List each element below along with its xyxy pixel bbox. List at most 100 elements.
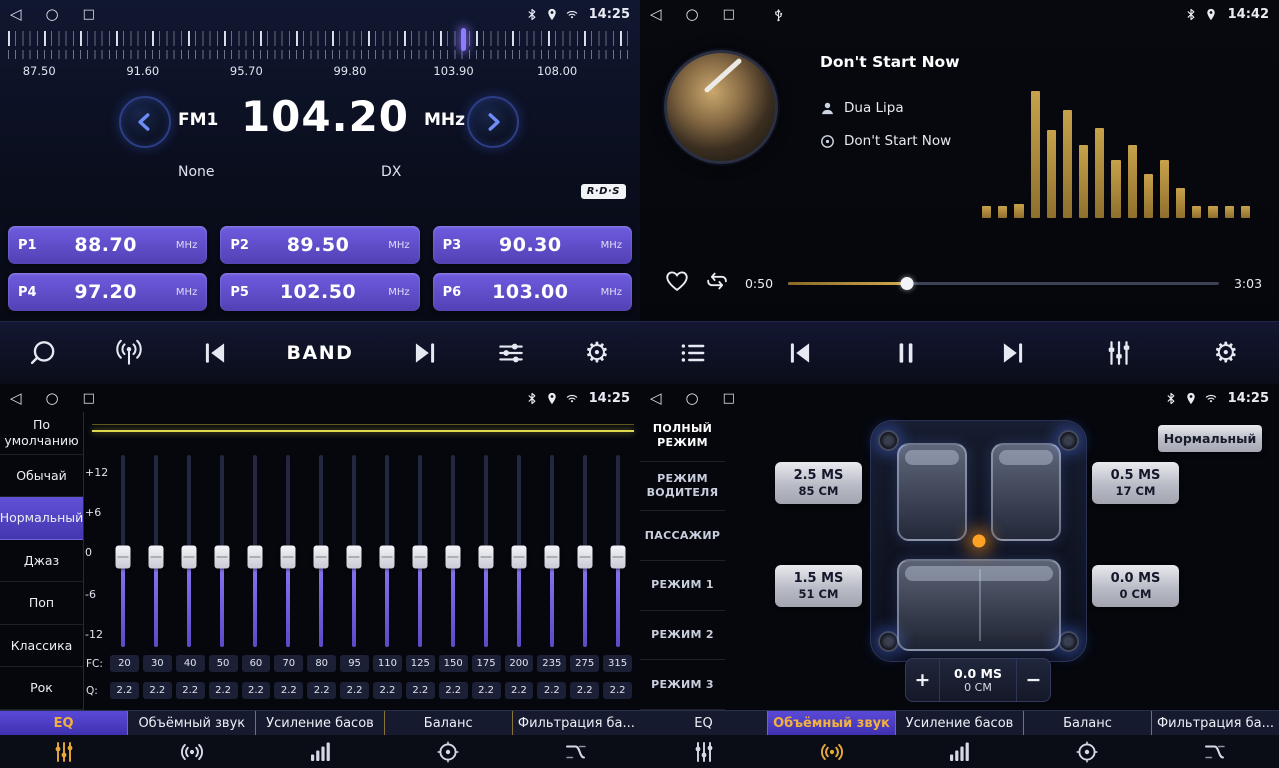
eq-preset-item-0[interactable]: По умолчанию [0,412,83,455]
eq-slider-thumb[interactable] [181,545,196,568]
settings-button[interactable]: ⚙ [582,338,612,368]
eq-preset-item-3[interactable]: Джаз [0,540,83,583]
tab-balance[interactable]: Баланс [1023,711,1151,735]
eq-band-slider-4[interactable] [238,455,271,647]
eq-preset-item-6[interactable]: Рок [0,667,83,710]
sf-mode-item-5[interactable]: РЕЖИМ 3 [640,660,725,710]
eq-band-slider-3[interactable] [205,455,238,647]
eq-band-slider-8[interactable] [370,455,403,647]
sf-mode-item-3[interactable]: РЕЖИМ 1 [640,561,725,611]
eq-slider-thumb[interactable] [412,545,427,568]
tab-filter[interactable]: Фильтрация ба... [1151,711,1279,735]
tab-balance-icon-button[interactable] [384,735,512,768]
tone-settings-button[interactable] [496,338,526,368]
eq-band-slider-14[interactable] [568,455,601,647]
delay-rear-right-button[interactable]: 0.0 MS 0 CM [1092,565,1179,607]
back-button[interactable]: ◁ [650,391,662,406]
eq-slider-thumb[interactable] [610,545,625,568]
repeat-button[interactable] [704,268,730,298]
eq-slider-thumb[interactable] [577,545,592,568]
sf-mode-item-4[interactable]: РЕЖИМ 2 [640,611,725,661]
eq-band-slider-9[interactable] [403,455,436,647]
home-button[interactable]: ○ [686,391,699,406]
eq-slider-thumb[interactable] [511,545,526,568]
eq-slider-thumb[interactable] [346,545,361,568]
eq-preset-item-4[interactable]: Поп [0,582,83,625]
eq-slider-thumb[interactable] [313,545,328,568]
delay-decrease-button[interactable]: − [1016,659,1050,701]
tab-balance-icon-button[interactable] [1023,735,1151,768]
eq-band-slider-0[interactable] [106,455,139,647]
eq-band-slider-12[interactable] [502,455,535,647]
preset-button-p2[interactable]: P2 89.50 MHz [220,226,419,264]
tab-eq[interactable]: EQ [0,711,127,735]
eq-slider-thumb[interactable] [544,545,559,568]
tune-up-button[interactable] [467,96,519,148]
eq-band-slider-15[interactable] [601,455,634,647]
settings-button[interactable]: ⚙ [1211,338,1241,368]
preset-button-p1[interactable]: P1 88.70 MHz [8,226,207,264]
delay-front-right-button[interactable]: 0.5 MS 17 CM [1092,462,1179,504]
next-track-button[interactable] [998,338,1028,368]
delay-rear-left-button[interactable]: 1.5 MS 51 CM [775,565,862,607]
back-button[interactable]: ◁ [10,391,22,406]
tab-surround[interactable]: Объёмный звук [127,711,255,735]
home-button[interactable]: ○ [686,7,699,22]
equalizer-button[interactable] [1104,338,1134,368]
tab-bass-boost-icon-button[interactable] [256,735,384,768]
eq-preset-item-5[interactable]: Классика [0,625,83,668]
eq-slider-thumb[interactable] [115,545,130,568]
playlist-button[interactable] [678,338,708,368]
listening-position-dot[interactable] [972,535,985,548]
favorite-button[interactable] [664,268,690,298]
sf-mode-item-1[interactable]: РЕЖИМ ВОДИТЕЛЯ [640,462,725,512]
home-button[interactable]: ○ [46,7,59,22]
eq-band-slider-7[interactable] [337,455,370,647]
eq-slider-thumb[interactable] [280,545,295,568]
tab-bass-boost-icon-button[interactable] [896,735,1024,768]
sf-mode-item-2[interactable]: ПАССАЖИР [640,511,725,561]
eq-preset-item-1[interactable]: Обычай [0,455,83,498]
tab-surround-icon-button[interactable] [768,735,896,768]
eq-slider-thumb[interactable] [445,545,460,568]
tab-bass-boost[interactable]: Усиление басов [895,711,1023,735]
eq-slider-thumb[interactable] [379,545,394,568]
eq-band-slider-13[interactable] [535,455,568,647]
pause-button[interactable] [891,338,921,368]
seek-slider[interactable] [788,276,1219,291]
tab-filter[interactable]: Фильтрация ба... [512,711,640,735]
eq-band-slider-10[interactable] [436,455,469,647]
sound-preset-badge[interactable]: Нормальный [1158,425,1262,452]
sf-mode-item-0[interactable]: ПОЛНЫЙ РЕЖИМ [640,412,725,462]
recents-button[interactable]: □ [723,8,735,21]
eq-slider-thumb[interactable] [247,545,262,568]
previous-track-button[interactable] [785,338,815,368]
eq-band-slider-2[interactable] [172,455,205,647]
frequency-ruler[interactable] [8,31,632,61]
tab-eq-icon-button[interactable] [0,735,128,768]
tab-filter-icon-button[interactable] [512,735,640,768]
preset-button-p5[interactable]: P5 102.50 MHz [220,273,419,311]
preset-button-p4[interactable]: P4 97.20 MHz [8,273,207,311]
back-button[interactable]: ◁ [650,7,662,22]
tab-surround-icon-button[interactable] [128,735,256,768]
preset-button-p3[interactable]: P3 90.30 MHz [433,226,632,264]
previous-station-button[interactable] [200,338,230,368]
tune-down-button[interactable] [119,96,171,148]
eq-slider-thumb[interactable] [148,545,163,568]
delay-increase-button[interactable]: + [906,659,940,701]
recents-button[interactable]: □ [723,392,735,405]
eq-slider-thumb[interactable] [214,545,229,568]
seek-thumb[interactable] [901,277,914,290]
tab-surround[interactable]: Объёмный звук [767,711,895,735]
scan-button[interactable] [28,338,58,368]
eq-band-slider-6[interactable] [304,455,337,647]
eq-band-slider-1[interactable] [139,455,172,647]
delay-front-left-button[interactable]: 2.5 MS 85 CM [775,462,862,504]
broadcast-button[interactable] [114,338,144,368]
band-button[interactable]: BAND [287,342,354,364]
tab-balance[interactable]: Баланс [384,711,512,735]
home-button[interactable]: ○ [46,391,59,406]
eq-slider-thumb[interactable] [478,545,493,568]
recents-button[interactable]: □ [83,392,95,405]
